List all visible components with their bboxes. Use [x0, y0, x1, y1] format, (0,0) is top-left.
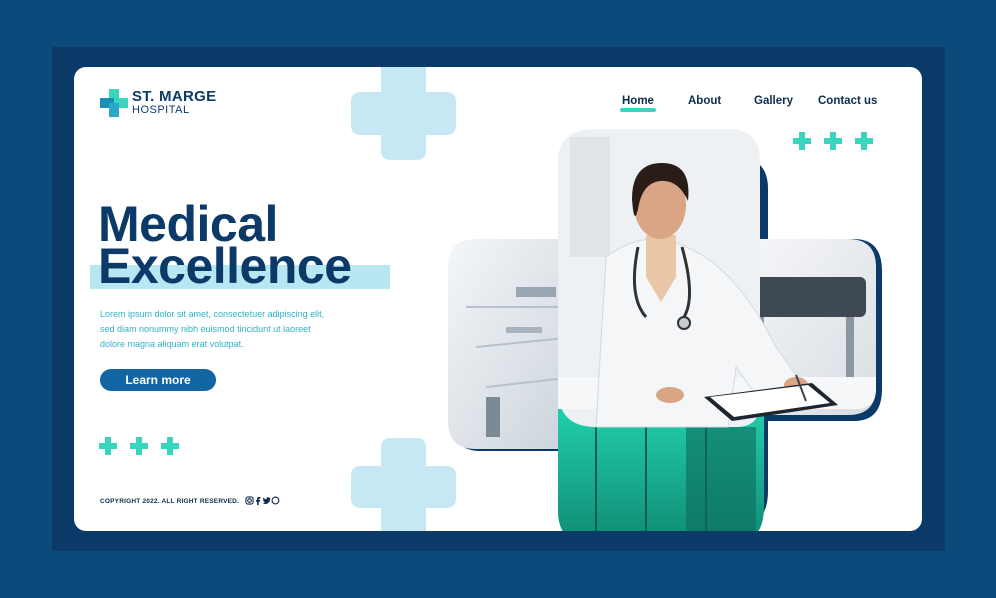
nav-home[interactable]: Home [622, 95, 654, 107]
nav-gallery[interactable]: Gallery [754, 95, 793, 107]
hero-title-line2: Excellence [98, 238, 352, 294]
decor-cross-bottom [351, 438, 456, 531]
instagram-icon[interactable] [245, 496, 254, 505]
hospital-logo-icon [100, 89, 128, 117]
brand-name: ST. MARGE [132, 88, 217, 105]
hero-description-line1: Lorem ipsum dolor sit amet, consectetuer… [100, 309, 325, 319]
copyright-text: COPYRIGHT 2022. ALL RIGHT RESERVED. [100, 498, 240, 505]
facebook-icon[interactable] [255, 496, 261, 505]
whatsapp-icon[interactable] [271, 496, 280, 505]
nav-active-indicator [620, 108, 656, 112]
landing-card: ST. MARGE HOSPITAL Home About Gallery Co… [74, 67, 922, 531]
twitter-icon[interactable] [262, 496, 271, 505]
nav-about[interactable]: About [688, 95, 721, 107]
learn-more-button[interactable]: Learn more [100, 369, 216, 391]
brand-subtitle: HOSPITAL [132, 104, 190, 116]
hero-description-line3: dolore magna aliquam erat volutpat. [100, 339, 244, 349]
nav-contact[interactable]: Contact us [818, 95, 877, 107]
hero-photo-collage [448, 129, 882, 531]
hero-description-line2: sed diam nonummy nibh euismod tincidunt … [100, 324, 311, 334]
decor-cross-top [351, 67, 456, 160]
decor-crosses-left [99, 437, 179, 455]
